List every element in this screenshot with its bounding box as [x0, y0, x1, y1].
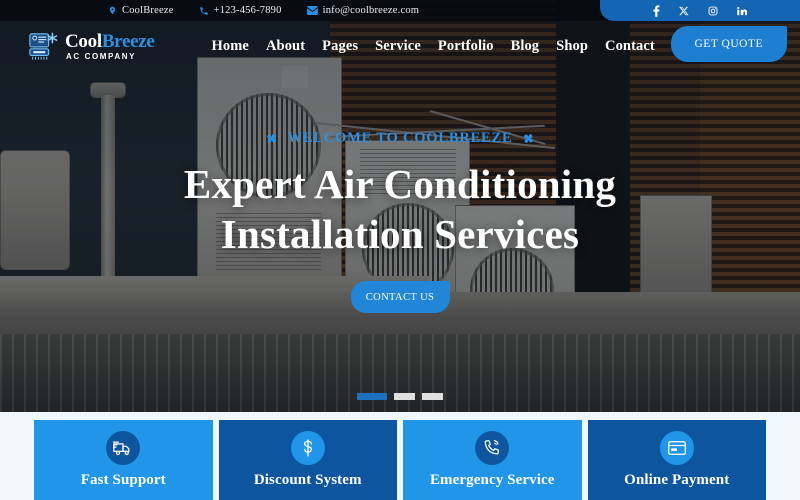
logo-name-part1: Cool — [65, 30, 102, 52]
feature-title: Emergency Service — [429, 472, 555, 488]
feature-cards: Fast Support Discount System Emergency S… — [0, 412, 800, 500]
topbar-contact-list: CoolBreeze +123-456-7890 info@coolbreeze… — [108, 5, 419, 16]
envelope-icon — [306, 6, 318, 15]
hero-title-line-1: Expert Air Conditioning — [183, 161, 617, 207]
social-links — [600, 0, 800, 21]
feature-card-online-payment[interactable]: Online Payment — [587, 420, 766, 500]
feature-title: Discount System — [253, 472, 362, 488]
credit-card-icon — [659, 431, 694, 465]
site-header: CoolBreeze AC COMPANY Home About Pages S… — [0, 21, 800, 71]
site-logo[interactable]: CoolBreeze AC COMPANY — [28, 31, 155, 61]
hero-title-line-2: Installation Services — [220, 210, 580, 257]
twitter-x-icon[interactable] — [679, 6, 689, 16]
carousel-indicators — [0, 393, 800, 400]
logo-tagline: AC COMPANY — [66, 51, 137, 61]
instagram-icon[interactable] — [708, 6, 718, 16]
carousel-dot-2[interactable] — [394, 393, 415, 400]
nav-item-contact[interactable]: Contact — [605, 38, 655, 55]
feature-card-fast-support[interactable]: Fast Support — [34, 420, 213, 500]
phone-ring-icon — [475, 431, 510, 465]
hero-content: WELCOME TO COOLBREEZE Expert Air Conditi… — [0, 130, 800, 314]
dollar-sign-icon — [290, 431, 325, 465]
topbar-email-label: info@coolbreeze.com — [322, 5, 420, 16]
topbar-email[interactable]: info@coolbreeze.com — [306, 5, 420, 16]
carousel-dot-1[interactable] — [357, 393, 387, 400]
topbar-phone[interactable]: +123-456-7890 — [199, 5, 282, 16]
topbar-phone-label: +123-456-7890 — [213, 5, 282, 16]
hero-eyebrow-label: WELCOME TO COOLBREEZE — [287, 130, 513, 146]
feature-card-emergency-service[interactable]: Emergency Service — [403, 420, 582, 500]
nav-item-shop[interactable]: Shop — [556, 38, 588, 55]
feature-card-discount-system[interactable]: Discount System — [218, 420, 397, 500]
nav-item-service[interactable]: Service — [375, 38, 421, 55]
logo-wordmark: CoolBreeze AC COMPANY — [65, 32, 155, 61]
fan-icon — [521, 131, 536, 146]
feature-title: Fast Support — [80, 472, 166, 488]
main-navigation: Home About Pages Service Portfolio Blog … — [212, 38, 700, 55]
feature-title: Online Payment — [624, 472, 730, 488]
nav-item-about[interactable]: About — [266, 38, 305, 55]
delivery-truck-icon — [106, 431, 141, 465]
nav-item-portfolio[interactable]: Portfolio — [438, 38, 494, 55]
logo-name-part2: Breeze — [101, 30, 155, 52]
nav-item-home[interactable]: Home — [212, 38, 249, 55]
top-info-bar: CoolBreeze +123-456-7890 info@coolbreeze… — [0, 0, 800, 21]
facebook-icon[interactable] — [653, 4, 660, 17]
nav-item-pages[interactable]: Pages — [322, 38, 358, 55]
linkedin-icon[interactable] — [737, 6, 747, 16]
contact-us-button[interactable]: CONTACT US — [350, 281, 450, 314]
topbar-location[interactable]: CoolBreeze — [108, 5, 174, 16]
nav-item-blog[interactable]: Blog — [511, 38, 540, 55]
carousel-dot-3[interactable] — [422, 393, 443, 400]
phone-icon — [199, 6, 209, 16]
fan-icon — [264, 131, 279, 146]
hero-eyebrow: WELCOME TO COOLBREEZE — [0, 130, 800, 147]
location-pin-icon — [108, 5, 117, 16]
page-title: Expert Air Conditioning Installation Ser… — [0, 160, 800, 259]
ac-unit-logo-icon — [28, 31, 58, 61]
topbar-location-label: CoolBreeze — [122, 5, 174, 16]
get-quote-button[interactable]: GET QUOTE — [670, 26, 787, 62]
